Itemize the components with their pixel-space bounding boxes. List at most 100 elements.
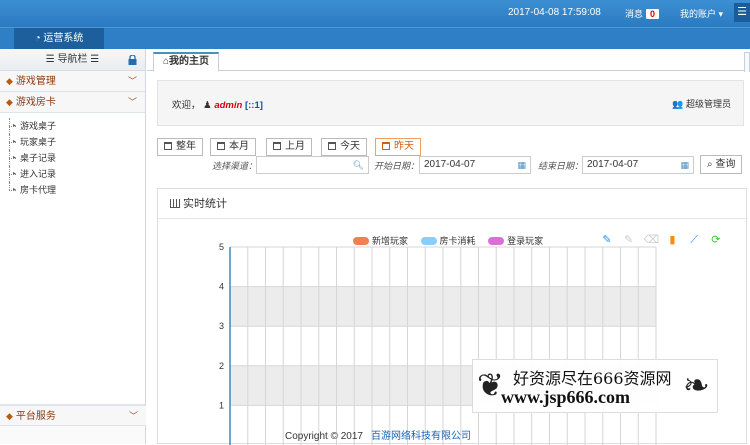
range-label: 昨天 bbox=[394, 141, 414, 152]
tree-arrow-icon: ▸ bbox=[13, 171, 17, 177]
user-icon: ♟ bbox=[203, 100, 212, 111]
range-month-button[interactable]: 本月 bbox=[210, 138, 256, 156]
sidebar-tree: ▸ 游戏桌子 ▸ 玩家桌子 ▸ 桌子记录 ▸ 进入记录 ▸ 房卡代理 bbox=[0, 113, 145, 405]
watermark-line1: 好资源尽在666资源网 bbox=[513, 369, 672, 388]
footer-copyright: Copyright © 2017 bbox=[285, 431, 363, 442]
channel-select[interactable]: 🔍︎ bbox=[256, 156, 369, 174]
sidebar-item-label: 游戏桌子 bbox=[20, 121, 57, 131]
sidebar-group-label: 平台服务 bbox=[15, 411, 56, 422]
tag-icon: ◆ bbox=[6, 76, 13, 86]
sidebar-item-label: 玩家桌子 bbox=[20, 137, 57, 147]
end-date-value: 2017-04-07 bbox=[587, 159, 639, 170]
y-tick-label: 2 bbox=[219, 361, 224, 371]
y-tick-label: 3 bbox=[219, 321, 224, 331]
sidebar-item-entry-records[interactable]: ▸ 进入记录 bbox=[0, 166, 145, 182]
tab-home[interactable]: ⌂我的主页 bbox=[153, 52, 220, 72]
welcome-user: admin bbox=[214, 100, 243, 111]
tree-arrow-icon: ▸ bbox=[13, 155, 17, 161]
range-today-button[interactable]: 今天 bbox=[321, 138, 367, 156]
search-icon: ⌕ bbox=[707, 159, 713, 170]
tree-arrow-icon: ▸ bbox=[13, 187, 17, 193]
sidebar: ☰ 导航栏 ☰ ◆ 游戏管理 ﹀ ◆ 游戏房卡 ﹀ ▸ 游戏桌子 ▸ 玩家桌子 ▸ 桌子记… bbox=[0, 49, 146, 444]
sidebar-group-room-card[interactable]: ◆ 游戏房卡 ﹀ bbox=[0, 92, 145, 113]
chevron-down-icon: ﹀ bbox=[128, 411, 138, 421]
sidebar-title: 导航栏 bbox=[57, 54, 88, 65]
tab-bar: ⌂我的主页 bbox=[147, 49, 750, 72]
role-label: 👥 超级管理员 bbox=[672, 97, 731, 110]
dashboard-icon: ◔ bbox=[34, 33, 41, 44]
y-tick-label: 5 bbox=[219, 242, 224, 252]
start-date-input[interactable]: 2017-04-07 ▦ bbox=[419, 156, 531, 174]
list-icon: ☰ bbox=[45, 54, 55, 65]
watermark: ❦ 好资源尽在666资源网 www.jsp666.com ❧ bbox=[472, 359, 718, 413]
datetime: 2017-04-08 17:59:08 bbox=[508, 7, 601, 18]
calendar-icon bbox=[273, 142, 281, 150]
tag-icon: ◆ bbox=[6, 97, 13, 107]
end-date-input[interactable]: 2017-04-07 ▦ bbox=[582, 156, 694, 174]
sidebar-header: ☰ 导航栏 ☰ bbox=[0, 49, 145, 71]
sidebar-item-game-tables[interactable]: ▸ 游戏桌子 bbox=[0, 118, 145, 134]
lock-icon[interactable] bbox=[128, 55, 137, 65]
y-tick-label: 4 bbox=[219, 282, 224, 292]
query-label: 查询 bbox=[715, 159, 736, 170]
calendar-icon bbox=[217, 142, 225, 150]
tree-arrow-icon: ▸ bbox=[13, 123, 17, 129]
ornament-right-icon: ❧ bbox=[683, 366, 710, 404]
filter-bar: 整年 本月 上月 今天 昨天 选择渠道： 🔍︎ 开始日期： 2017-04-07… bbox=[157, 138, 749, 174]
calendar-icon: ▦ bbox=[680, 160, 689, 170]
range-label: 今天 bbox=[340, 141, 360, 152]
welcome-prefix: 欢迎， bbox=[172, 100, 201, 111]
chart-grid bbox=[229, 246, 657, 445]
sidebar-group-platform[interactable]: ◆ 平台服务 ﹀ bbox=[0, 405, 146, 426]
sidebar-item-label: 桌子记录 bbox=[20, 153, 57, 163]
start-date-value: 2017-04-07 bbox=[424, 159, 476, 170]
sidebar-item-card-agents[interactable]: ▸ 房卡代理 bbox=[0, 182, 145, 198]
top-bar: 2017-04-08 17:59:08 消息 0 我的账户 ▾ ☰ bbox=[0, 0, 750, 27]
sidebar-group-label: 游戏管理 bbox=[15, 76, 56, 87]
range-label: 整年 bbox=[176, 141, 196, 152]
users-icon: 👥 bbox=[672, 99, 684, 109]
tree-arrow-icon: ▸ bbox=[13, 139, 17, 145]
welcome-box: 欢迎， ♟ admin [::1] 👥 超级管理员 bbox=[157, 80, 744, 126]
menu-toggle-button[interactable]: ☰ bbox=[734, 3, 750, 22]
sidebar-item-table-records[interactable]: ▸ 桌子记录 bbox=[0, 150, 145, 166]
channel-label: 选择渠道： bbox=[212, 161, 258, 171]
caret-down-icon: ▾ bbox=[718, 9, 724, 19]
messages-badge: 0 bbox=[646, 9, 660, 19]
tab-scroll-button[interactable] bbox=[744, 52, 750, 72]
welcome-text: 欢迎， ♟ admin [::1] bbox=[172, 97, 263, 111]
messages-label: 消息 bbox=[625, 9, 644, 19]
welcome-ip: [::1] bbox=[244, 100, 263, 111]
watermark-line2: www.jsp666.com bbox=[501, 387, 630, 407]
range-label: 本月 bbox=[229, 141, 249, 152]
nav-tab-label: 运营系统 bbox=[43, 33, 84, 44]
range-label: 上月 bbox=[285, 141, 305, 152]
list-icon: ☰ bbox=[90, 54, 100, 65]
search-icon: 🔍︎ bbox=[352, 160, 364, 170]
footer-company[interactable]: 百游网络科技有限公司 bbox=[371, 431, 471, 442]
nav-tab-ops[interactable]: ◔ 运营系统 bbox=[14, 28, 104, 50]
tab-home-label: 我的主页 bbox=[169, 56, 210, 67]
sidebar-group-game-mgmt[interactable]: ◆ 游戏管理 ﹀ bbox=[0, 71, 145, 92]
sidebar-item-label: 进入记录 bbox=[20, 169, 57, 179]
chart-y-axis: 5 4 3 2 1 bbox=[219, 242, 231, 445]
messages-link[interactable]: 消息 0 bbox=[625, 7, 660, 20]
account-menu[interactable]: 我的账户 ▾ bbox=[680, 7, 723, 20]
footer: Copyright © 2017 百游网络科技有限公司 bbox=[285, 427, 471, 442]
sidebar-item-player-tables[interactable]: ▸ 玩家桌子 bbox=[0, 134, 145, 150]
nav-strip: ◔ 运营系统 bbox=[0, 27, 750, 50]
sidebar-item-label: 房卡代理 bbox=[20, 185, 57, 195]
calendar-icon: ▦ bbox=[517, 160, 526, 170]
range-lastmonth-button[interactable]: 上月 bbox=[266, 138, 312, 156]
start-date-label: 开始日期： bbox=[374, 161, 420, 171]
end-date-label: 结束日期： bbox=[538, 161, 584, 171]
query-button[interactable]: ⌕ 查询 bbox=[700, 155, 743, 174]
tag-icon: ◆ bbox=[6, 411, 13, 421]
account-label: 我的账户 bbox=[680, 9, 717, 19]
range-year-button[interactable]: 整年 bbox=[157, 138, 203, 156]
range-yesterday-button[interactable]: 昨天 bbox=[375, 138, 421, 156]
y-tick-label: 1 bbox=[219, 400, 224, 410]
sidebar-group-label: 游戏房卡 bbox=[15, 97, 56, 108]
chevron-down-icon: ﹀ bbox=[127, 76, 137, 86]
calendar-icon bbox=[164, 142, 172, 150]
